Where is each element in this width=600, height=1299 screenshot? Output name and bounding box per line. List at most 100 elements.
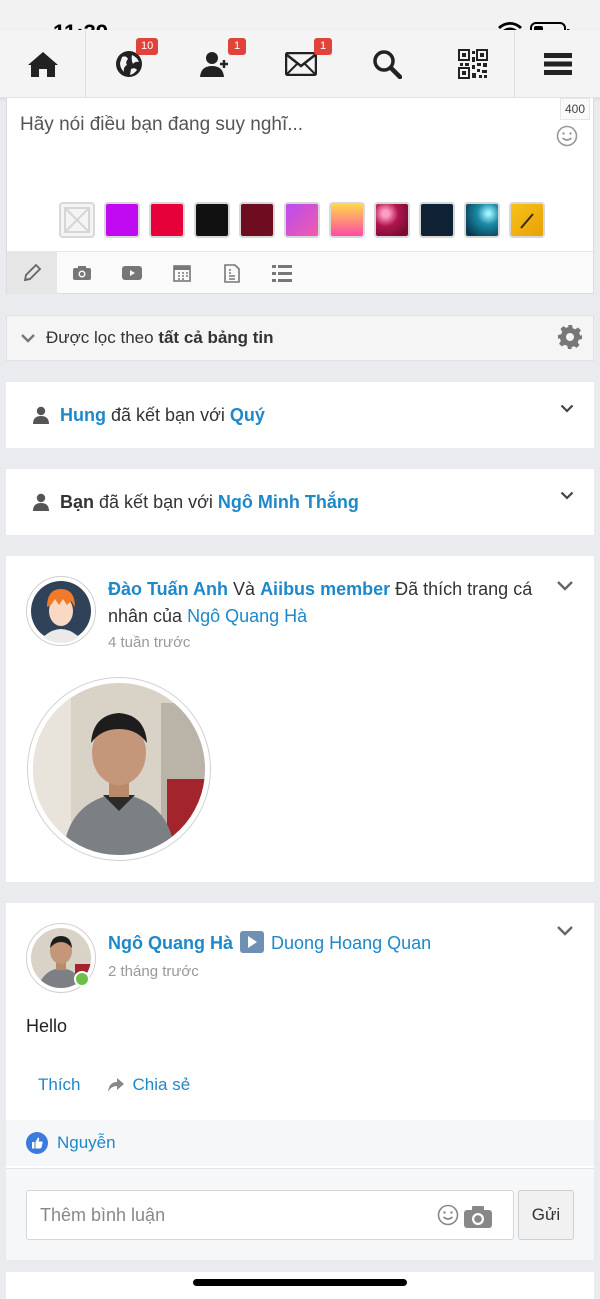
activity-item: Hung đã kết bạn với Quý — [6, 382, 594, 448]
share-button[interactable]: Chia sẻ — [107, 1075, 191, 1095]
tool-poll[interactable] — [257, 252, 307, 294]
send-comment-button[interactable]: Gửi — [518, 1190, 574, 1240]
swatch-teal-pattern[interactable] — [464, 202, 500, 238]
document-icon — [224, 263, 240, 283]
chevron-down-icon — [21, 334, 35, 343]
chevron-down-icon[interactable] — [560, 491, 574, 500]
qr-button[interactable] — [430, 30, 516, 98]
comment-input[interactable]: Thêm bình luận — [26, 1190, 514, 1240]
chevron-down-icon[interactable] — [556, 925, 574, 936]
feed-post: Đào Tuấn Anh Và Aiibus member Đã thích t… — [6, 556, 594, 882]
post-header: Ngô Quang Hà Duong Hoang Quan — [108, 930, 563, 957]
post-actor[interactable]: Aiibus member — [260, 579, 390, 599]
globe-button[interactable]: 10 — [86, 30, 172, 98]
messages-badge: 1 — [314, 38, 332, 55]
activity-actor[interactable]: Hung — [60, 405, 106, 425]
avatar[interactable] — [26, 576, 96, 646]
chevron-down-icon[interactable] — [556, 580, 574, 591]
post-conjunction: Và — [233, 579, 256, 599]
camera-icon — [73, 266, 91, 280]
menu-button[interactable] — [514, 30, 600, 98]
tool-video[interactable] — [107, 252, 157, 294]
tool-event[interactable] — [157, 252, 207, 294]
filter-label: Được lọc theo tất cả bảng tin — [46, 328, 274, 348]
friends-icon — [200, 52, 228, 77]
search-button[interactable] — [344, 30, 430, 98]
user-icon — [33, 406, 49, 424]
composer-input[interactable]: Hãy nói điều bạn đang suy nghĩ... — [20, 114, 303, 136]
default-avatar-icon — [31, 581, 91, 643]
tool-photo[interactable] — [57, 252, 107, 294]
camera-icon[interactable] — [463, 1205, 493, 1229]
messages-button[interactable]: 1 — [258, 30, 344, 98]
friends-button[interactable]: 1 — [172, 30, 258, 98]
likes-summary: Nguyễn — [6, 1120, 594, 1166]
post-actor[interactable]: Đào Tuấn Anh — [108, 579, 228, 599]
top-nav: 10 1 1 — [0, 30, 600, 98]
swatch-pink-pattern[interactable] — [374, 202, 410, 238]
swatch-purple[interactable] — [104, 202, 140, 238]
hamburger-icon — [543, 53, 572, 75]
user-icon — [33, 493, 49, 511]
profile-photo[interactable] — [27, 677, 211, 861]
composer-toolbar — [7, 251, 593, 294]
search-icon — [373, 50, 402, 79]
globe-badge: 10 — [136, 38, 159, 55]
qr-code-icon — [458, 49, 488, 79]
pencil-icon — [23, 263, 42, 282]
char-counter: 400 — [559, 98, 590, 120]
filter-prefix: Được lọc theo — [46, 328, 154, 347]
home-indicator — [193, 1279, 407, 1286]
feed-post: Ngô Quang Hà Duong Hoang Quan 2 tháng tr… — [6, 903, 594, 1260]
calendar-icon — [173, 265, 191, 282]
activity-target[interactable]: Ngô Minh Thắng — [218, 492, 359, 512]
profile-photo-image — [33, 683, 205, 855]
emoji-icon[interactable] — [437, 1204, 459, 1226]
activity-text: Bạn đã kết bạn với Ngô Minh Thắng — [60, 492, 359, 513]
liked-by-user[interactable]: Nguyễn — [57, 1133, 116, 1153]
swatch-maroon[interactable] — [239, 202, 275, 238]
post-target[interactable]: Ngô Quang Hà — [187, 606, 307, 626]
activity-target[interactable]: Quý — [230, 405, 265, 425]
friends-badge: 1 — [228, 38, 246, 55]
swatch-black[interactable] — [194, 202, 230, 238]
video-icon — [122, 266, 142, 280]
swatch-pink-yellow[interactable] — [329, 202, 365, 238]
tool-file[interactable] — [207, 252, 257, 294]
comment-box: Thêm bình luận Gửi — [6, 1168, 594, 1260]
activity-actor: Bạn — [60, 491, 95, 512]
swatch-navy[interactable] — [419, 202, 455, 238]
filter-value: tất cả bảng tin — [158, 328, 274, 347]
swatch-gold[interactable] — [509, 202, 545, 238]
post-time: 2 tháng trước — [108, 963, 199, 980]
thumbs-up-icon — [26, 1132, 48, 1154]
home-button[interactable] — [0, 30, 86, 98]
mail-icon — [285, 52, 317, 76]
post-author[interactable]: Ngô Quang Hà — [108, 933, 233, 953]
list-icon — [272, 264, 292, 282]
tool-status[interactable] — [7, 252, 57, 294]
online-indicator — [74, 971, 90, 987]
activity-verb: đã kết bạn với — [99, 491, 213, 512]
home-icon — [27, 52, 58, 77]
swatch-purple-pink[interactable] — [284, 202, 320, 238]
post-recipient[interactable]: Duong Hoang Quan — [271, 933, 431, 953]
feed-filter[interactable]: Được lọc theo tất cả bảng tin — [6, 315, 594, 361]
emoji-icon[interactable] — [556, 125, 578, 152]
share-label: Chia sẻ — [132, 1075, 191, 1094]
swatch-red[interactable] — [149, 202, 185, 238]
post-actions: Thích Chia sẻ — [38, 1075, 190, 1095]
activity-item: Bạn đã kết bạn với Ngô Minh Thắng — [6, 469, 594, 535]
post-time: 4 tuần trước — [108, 634, 191, 651]
avatar[interactable] — [26, 923, 96, 993]
like-button[interactable]: Thích — [38, 1075, 81, 1095]
post-header: Đào Tuấn Anh Và Aiibus member Đã thích t… — [108, 576, 563, 630]
share-icon — [107, 1078, 124, 1092]
gear-icon[interactable] — [557, 324, 583, 355]
activity-text: Hung đã kết bạn với Quý — [60, 405, 265, 426]
post-body: Hello — [26, 1016, 68, 1036]
activity-verb: đã kết bạn với — [111, 404, 225, 425]
play-arrow-icon — [240, 931, 265, 953]
chevron-down-icon[interactable] — [560, 404, 574, 413]
swatch-none[interactable] — [59, 202, 95, 238]
